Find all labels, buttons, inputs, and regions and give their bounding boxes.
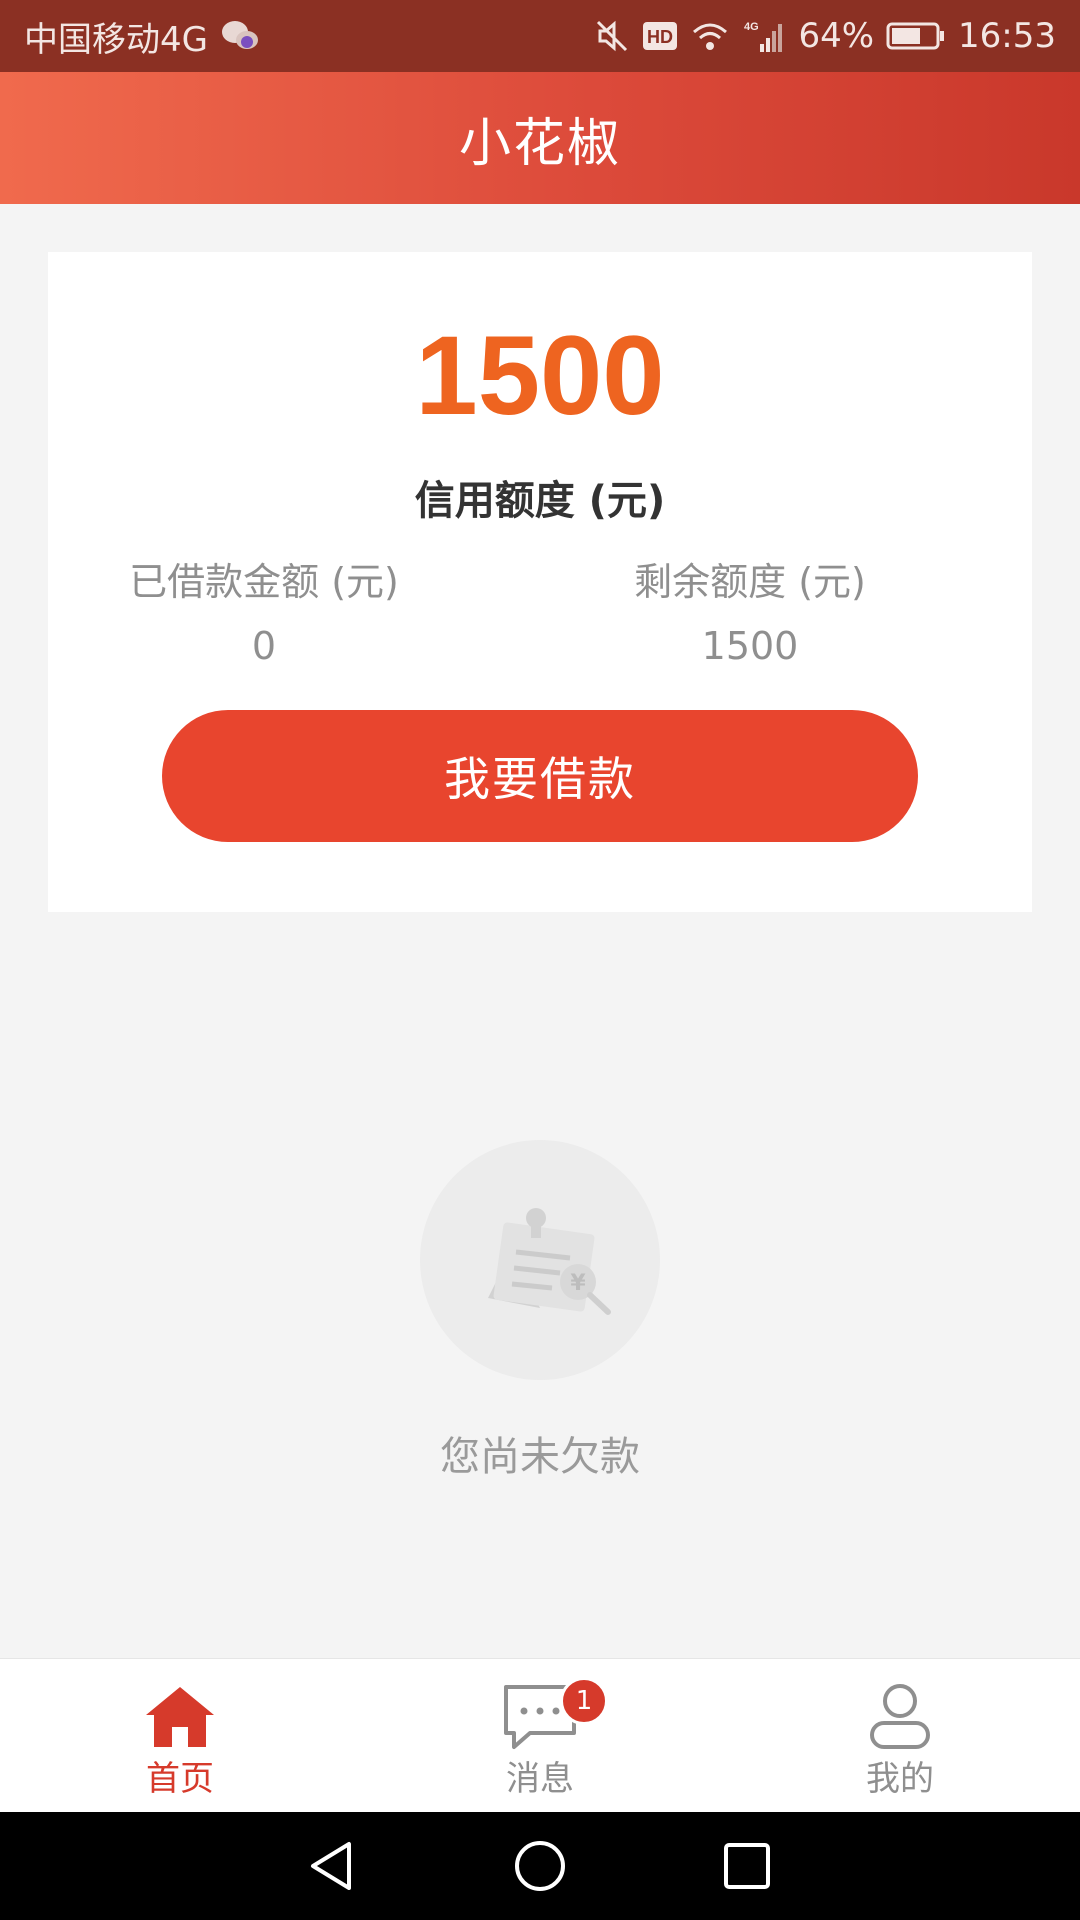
nav-label-profile: 我的 <box>866 1759 934 1799</box>
battery-icon <box>886 20 946 52</box>
nav-label-messages: 消息 <box>506 1759 574 1799</box>
nav-item-home[interactable]: 首页 <box>0 1659 360 1812</box>
back-icon[interactable] <box>303 1836 363 1896</box>
remaining-value: 1500 <box>701 624 799 668</box>
document-search-icon: ¥ <box>488 1208 611 1315</box>
wifi-icon <box>690 18 730 54</box>
empty-illustration: ¥ <box>420 1140 660 1380</box>
network-type: 4G <box>744 21 759 33</box>
battery-percent: 64% <box>798 16 875 56</box>
signal-icon: 4G <box>742 18 786 54</box>
home-icon <box>146 1687 214 1747</box>
status-bar: 中国移动4G HD 4G 64% 16:53 <box>0 0 1080 72</box>
status-right: HD 4G 64% 16:53 <box>594 16 1056 56</box>
bottom-nav: 首页 消息 1 我的 <box>0 1658 1080 1812</box>
system-nav-bar <box>0 1812 1080 1920</box>
status-left: 中国移动4G <box>24 12 260 61</box>
carrier-name: 中国移动4G <box>24 19 208 60</box>
profile-icon <box>870 1684 930 1749</box>
remaining-stat: 剩余额度 (元) 1500 <box>540 554 960 674</box>
borrowed-value: 0 <box>251 624 277 668</box>
nav-item-messages[interactable]: 消息 1 <box>360 1659 720 1812</box>
home-circle-icon[interactable] <box>510 1836 570 1896</box>
nav-label-home: 首页 <box>146 1759 214 1799</box>
credit-amount: 1500 <box>415 313 665 438</box>
mute-icon <box>594 18 630 54</box>
app-header: 小花椒 <box>0 72 1080 204</box>
borrowed-stat: 已借款金额 (元) 0 <box>54 554 474 674</box>
hd-text: HD <box>647 27 673 47</box>
page-title: 小花椒 <box>458 113 621 174</box>
borrowed-label: 已借款金额 (元) <box>129 560 399 604</box>
credit-label: 信用额度 (元) <box>414 478 666 524</box>
remaining-label: 剩余额度 (元) <box>634 560 866 604</box>
hd-icon: HD <box>642 20 678 52</box>
nav-item-profile[interactable]: 我的 <box>720 1659 1080 1812</box>
clock: 16:53 <box>958 16 1056 56</box>
wechat-icon <box>220 18 260 54</box>
message-badge: 1 <box>560 1677 608 1725</box>
empty-state-text: 您尚未欠款 <box>440 1434 640 1480</box>
credit-card: 1500 信用额度 (元) 已借款金额 (元) 0 剩余额度 (元) 1500 … <box>48 252 1032 912</box>
recents-icon[interactable] <box>717 1836 777 1896</box>
borrow-button[interactable]: 我要借款 <box>162 710 918 842</box>
svg-text:¥: ¥ <box>570 1271 586 1296</box>
